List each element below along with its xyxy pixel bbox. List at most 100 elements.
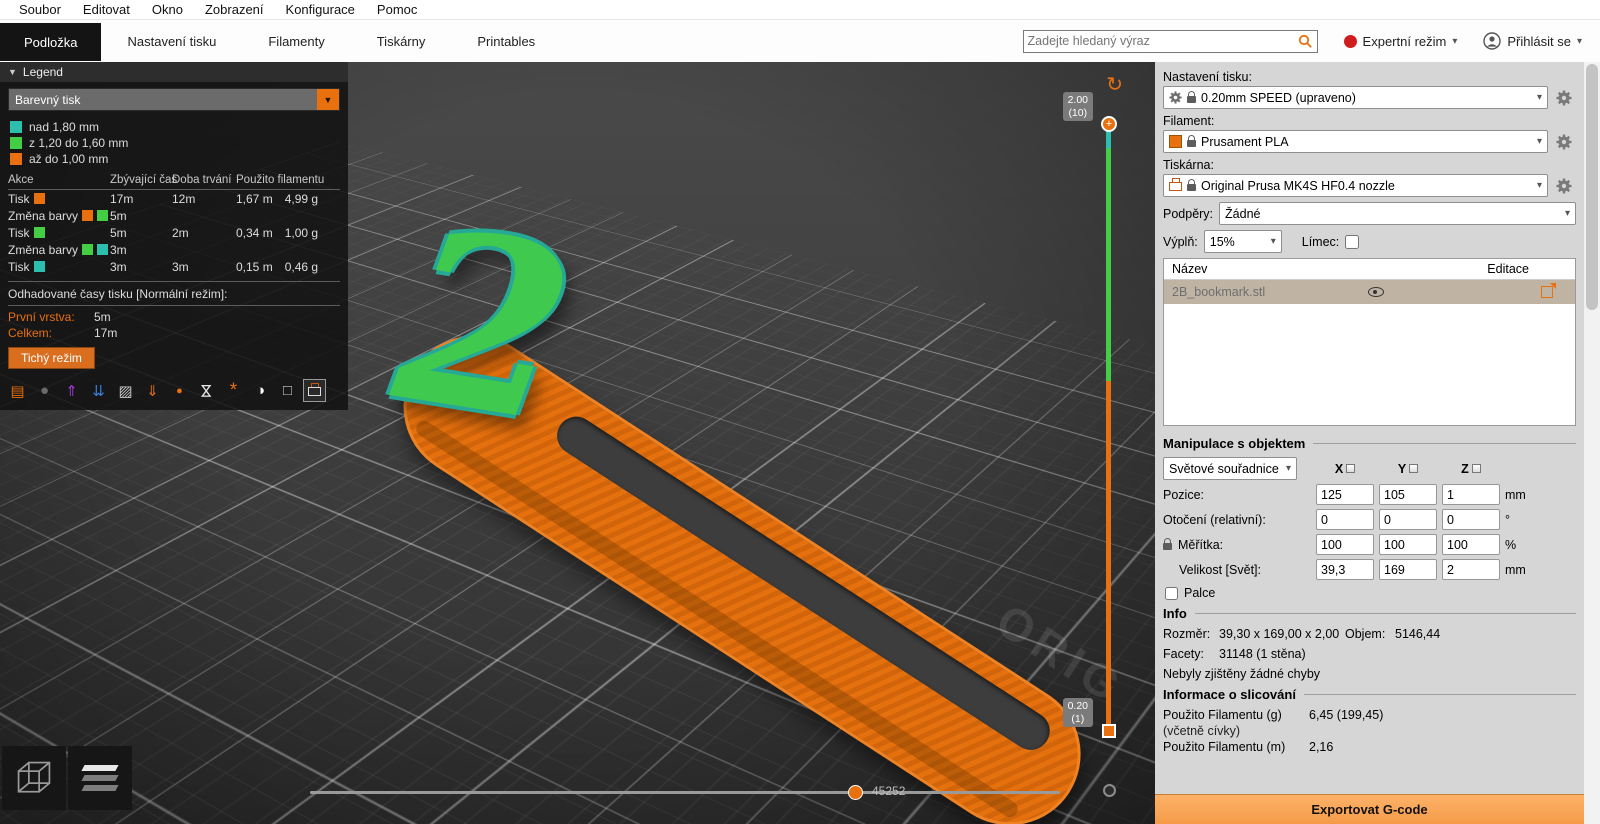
eye-icon[interactable] <box>1368 287 1384 297</box>
spool-icon[interactable]: ▤ <box>6 379 29 402</box>
print-settings-gear-button[interactable] <box>1552 86 1576 109</box>
stealth-mode-button[interactable]: Tichý režim <box>8 347 95 369</box>
menu-pomoc[interactable]: Pomoc <box>366 2 428 17</box>
view-3d-button[interactable] <box>2 746 66 810</box>
move-slider-track[interactable] <box>310 791 1060 794</box>
hourglass-icon[interactable]: ⋈ <box>195 379 218 402</box>
range-swatch <box>10 121 22 133</box>
legend-title: Legend <box>22 65 63 79</box>
table-row: Změna barvy 3m <box>8 242 127 257</box>
position-z-input[interactable] <box>1442 484 1500 505</box>
first-layer-time: První vrstva: 5m <box>8 310 111 324</box>
edit-object-icon[interactable] <box>1541 286 1553 298</box>
menu-editovat[interactable]: Editovat <box>72 2 141 17</box>
manipulation-title: Manipulace s objektem <box>1163 436 1576 451</box>
position-x-input[interactable] <box>1316 484 1374 505</box>
filament-used-m-value: 2,16 <box>1309 740 1334 754</box>
drop-to-bed-icon[interactable] <box>1409 464 1419 473</box>
seam-icon[interactable]: * <box>222 379 245 402</box>
inches-checkbox[interactable] <box>1165 586 1178 600</box>
supports-select[interactable]: Žádné ▾ <box>1219 202 1576 225</box>
tab-tiskarny[interactable]: Tiskárny <box>351 20 452 62</box>
drop-to-bed-icon[interactable] <box>1471 464 1481 473</box>
export-gcode-button[interactable]: Exportovat G-code <box>1155 794 1584 824</box>
scale-x-input[interactable] <box>1316 534 1374 555</box>
view-type-select[interactable]: Barevný tisk ▼ <box>8 88 340 111</box>
reset-rotation-icon[interactable]: ↻ <box>1106 72 1123 97</box>
search-field[interactable] <box>1027 34 1298 48</box>
purple-arrow-icon[interactable]: ⇑ <box>60 379 83 402</box>
scrollbar-thumb[interactable] <box>1586 64 1598 310</box>
printer-select[interactable]: Original Prusa MK4S HF0.4 nozzle ▾ <box>1163 174 1548 197</box>
infill-value: 15% <box>1209 234 1235 249</box>
range-label: až do 1,00 mm <box>29 152 109 166</box>
tab-filamenty[interactable]: Filamenty <box>242 20 350 62</box>
tab-nastaveni-tisku[interactable]: Nastavení tisku <box>101 20 242 62</box>
blue-arrows-icon[interactable]: ⇊ <box>87 379 110 402</box>
mode-label: Expertní režim <box>1362 33 1447 49</box>
brim-checkbox[interactable] <box>1345 234 1360 249</box>
orange-arrow-icon[interactable]: ⇓ <box>141 379 164 402</box>
scale-y-input[interactable] <box>1379 534 1437 555</box>
one-layer-mode-icon[interactable] <box>1103 784 1116 797</box>
coordinates-select[interactable]: Světové souřadnice ▾ <box>1163 457 1297 480</box>
object-row[interactable]: 2B_bookmark.stl <box>1164 280 1575 304</box>
tab-printables[interactable]: Printables <box>451 20 561 62</box>
layer-slider-track[interactable] <box>1106 124 1111 736</box>
printer-icon[interactable] <box>303 379 326 402</box>
checker-icon[interactable]: ▨ <box>114 379 137 402</box>
layer-slider-upper-handle[interactable]: + <box>1101 116 1117 132</box>
color-swatch <box>97 244 109 255</box>
login-button[interactable]: Přihlásit se ▾ <box>1483 32 1582 50</box>
sphere-icon[interactable]: ● <box>33 379 56 402</box>
printer-gear-button[interactable] <box>1552 174 1576 197</box>
menu-konfigurace[interactable]: Konfigurace <box>275 2 366 17</box>
move-slider[interactable]: 45252 <box>310 784 1060 800</box>
rotation-z-input[interactable] <box>1442 509 1500 530</box>
lock-icon <box>1187 179 1196 191</box>
half-circle-icon[interactable]: ◑ <box>249 379 272 402</box>
layer-slider-lower-handle[interactable] <box>1102 724 1116 738</box>
infill-label: Výplň: <box>1163 234 1198 249</box>
size-info-label: Rozměr: <box>1163 627 1211 641</box>
legend-header[interactable]: ▼ Legend <box>0 62 348 82</box>
dropdown-arrow-icon: ▼ <box>317 89 339 110</box>
sidebar-scrollbar[interactable] <box>1584 62 1600 824</box>
table-row: Změna barvy 5m <box>8 208 127 223</box>
rotation-x-input[interactable] <box>1316 509 1374 530</box>
size-y-input[interactable] <box>1379 559 1437 580</box>
color-swatch <box>97 210 109 221</box>
range-label: nad 1,80 mm <box>29 120 100 134</box>
filament-gear-button[interactable] <box>1552 130 1576 153</box>
mode-select[interactable]: Expertní režim ▾ <box>1343 33 1457 49</box>
print-settings-select[interactable]: 0.20mm SPEED (upraveno) ▾ <box>1163 86 1548 109</box>
move-slider-value: 45252 <box>872 784 906 798</box>
menu-okno[interactable]: Okno <box>141 2 194 17</box>
size-x-input[interactable] <box>1316 559 1374 580</box>
infill-select[interactable]: 15% ▾ <box>1203 230 1282 253</box>
drop-to-bed-icon[interactable] <box>1346 464 1356 473</box>
menu-zobrazeni[interactable]: Zobrazení <box>194 2 275 17</box>
chevron-down-icon: ▾ <box>1536 180 1542 191</box>
uniform-scale-lock-icon[interactable] <box>1163 538 1172 550</box>
menu-soubor[interactable]: Soubor <box>8 2 72 17</box>
move-slider-handle[interactable] <box>848 785 863 800</box>
size-z-input[interactable] <box>1442 559 1500 580</box>
cube-icon[interactable]: □ <box>276 379 299 402</box>
supports-value: Žádné <box>1225 206 1261 221</box>
including-spool-label: (včetně cívky) <box>1163 724 1241 738</box>
filament-select[interactable]: Prusament PLA ▾ <box>1163 130 1548 153</box>
position-y-input[interactable] <box>1379 484 1437 505</box>
tab-podlozka[interactable]: Podložka <box>0 23 102 61</box>
estimates-title: Odhadované časy tisku [Normální režim]: <box>8 281 340 306</box>
search-input[interactable] <box>1022 29 1318 53</box>
position-unit: mm <box>1505 487 1526 502</box>
chevron-down-icon: ▾ <box>1270 236 1276 247</box>
rotation-y-input[interactable] <box>1379 509 1437 530</box>
scale-z-input[interactable] <box>1442 534 1500 555</box>
gear-icon <box>1556 178 1572 193</box>
droplet-icon[interactable]: ● <box>168 379 191 402</box>
viewport-3d[interactable]: 2 ORIG ▼ Legend Barevný tisk ▼ nad 1,80 … <box>0 62 1155 824</box>
object-list: Název Editace 2B_bookmark.stl <box>1163 258 1576 426</box>
view-layers-button[interactable] <box>68 746 132 810</box>
